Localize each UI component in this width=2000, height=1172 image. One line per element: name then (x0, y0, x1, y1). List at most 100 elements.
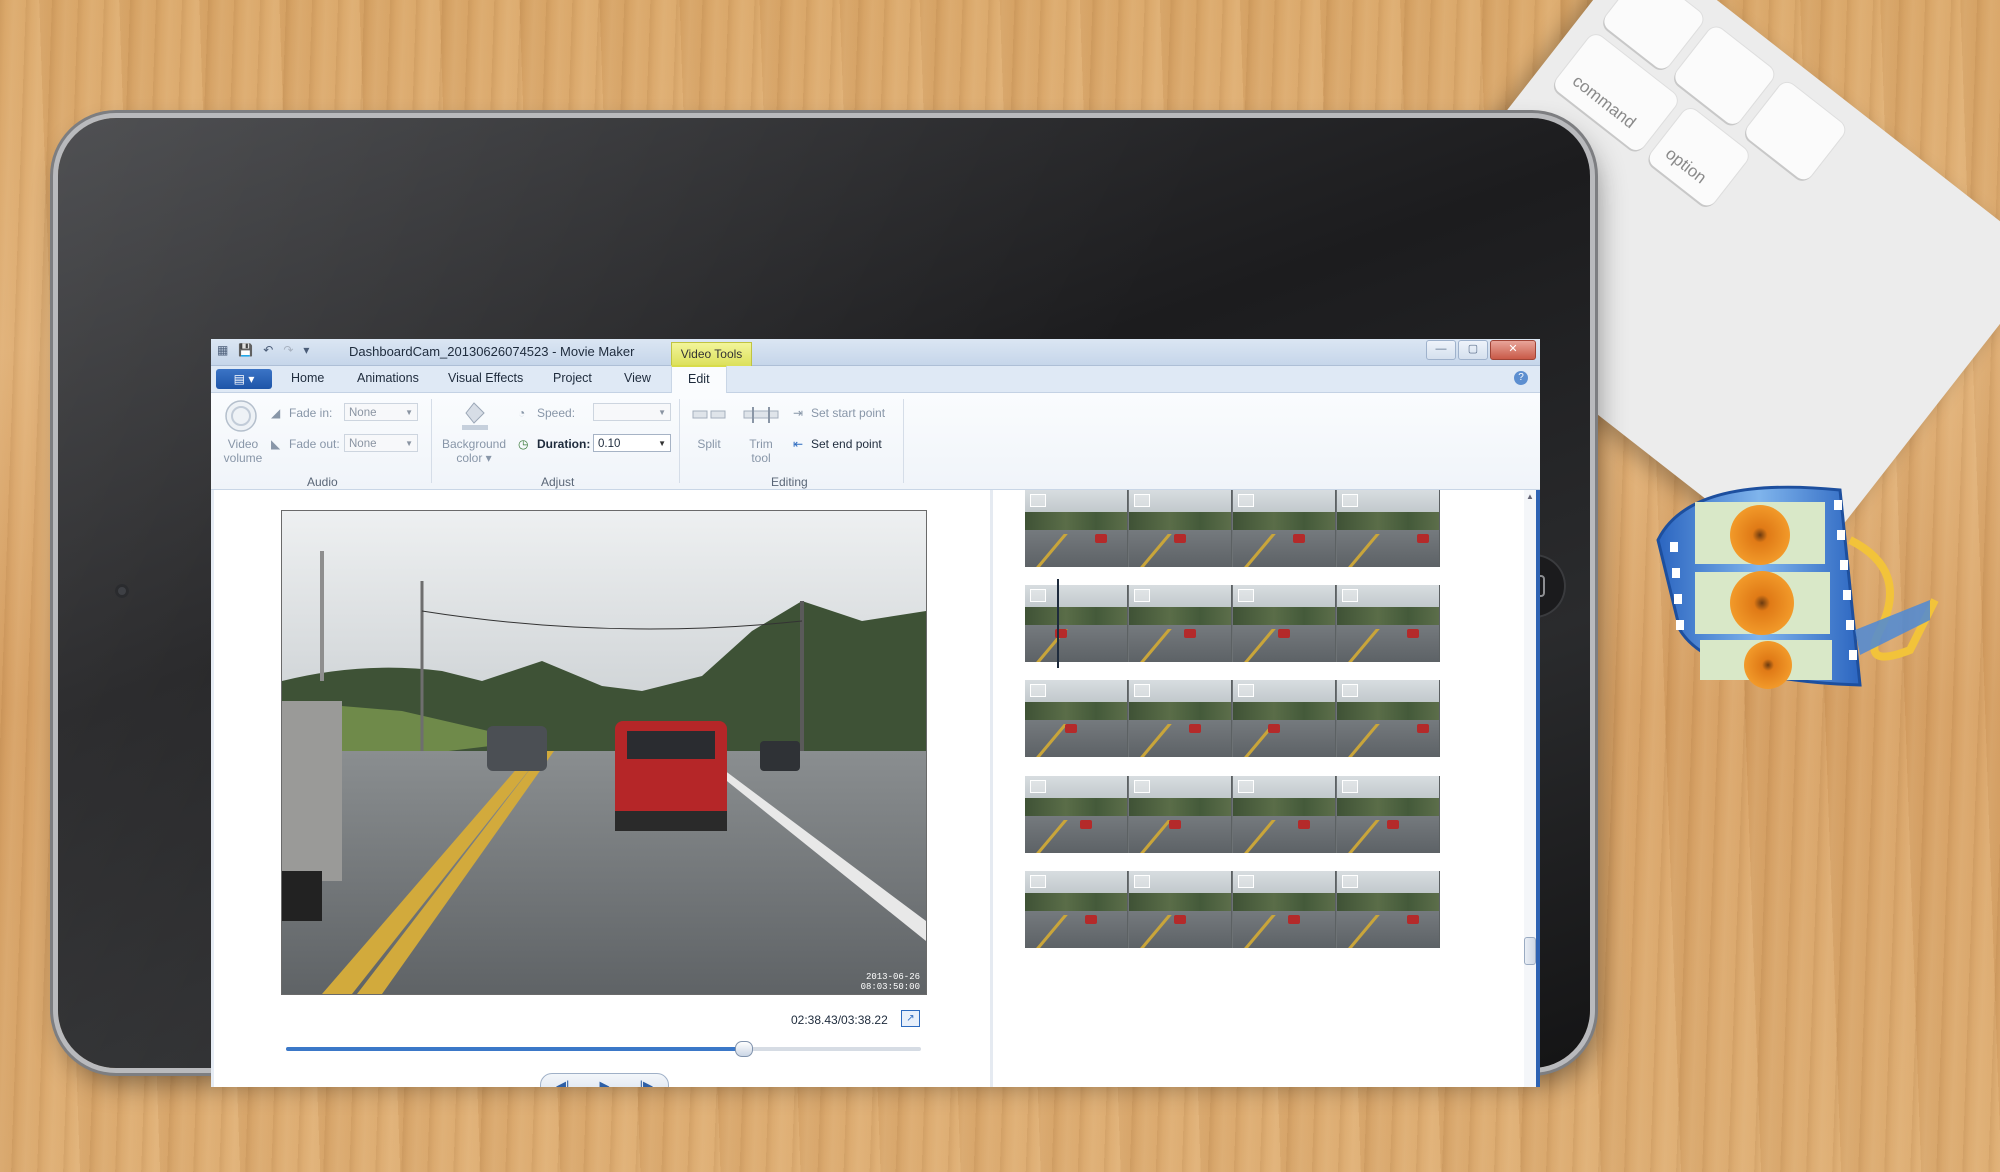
clip-thumbnail[interactable] (1233, 585, 1336, 662)
clip-thumbnail[interactable] (1233, 490, 1336, 567)
thumbnail-trees (1233, 798, 1335, 818)
speed-dropdown[interactable]: ▼ (593, 403, 671, 421)
maximize-button[interactable]: ▢ (1458, 340, 1488, 360)
tab-animations[interactable]: Animations (357, 371, 419, 385)
playhead[interactable] (1057, 579, 1059, 668)
thumbnail-car (1189, 724, 1201, 733)
tab-visual-effects[interactable]: Visual Effects (448, 371, 523, 385)
tab-project[interactable]: Project (553, 371, 592, 385)
thumbnail-trees (1129, 607, 1231, 627)
set-end-point-button[interactable]: Set end point (811, 437, 882, 451)
clip-transition-icon (1030, 684, 1046, 697)
split-button[interactable]: Split (687, 399, 731, 463)
set-start-point-icon: ⇥ (793, 406, 804, 420)
thumbnail-trees (1233, 512, 1335, 532)
storyboard-row[interactable] (1025, 579, 1440, 668)
clip-thumbnail[interactable] (1337, 490, 1440, 567)
duration-label: Duration: (537, 437, 591, 451)
clip-thumbnail[interactable] (1233, 680, 1336, 757)
thumbnail-car (1293, 534, 1305, 543)
thumbnail-car (1184, 629, 1196, 638)
duration-dropdown[interactable]: 0.10 ▼ (593, 434, 671, 452)
clip-transition-icon (1030, 589, 1046, 602)
fade-in-dropdown[interactable]: None ▼ (344, 403, 418, 421)
app-window: ▦ 💾 ↶ ↷ ▾ DashboardCam_20130626074523 - … (211, 339, 1540, 1087)
seek-bar[interactable] (286, 1041, 921, 1057)
clip-transition-icon (1238, 684, 1254, 697)
clip-thumbnail[interactable] (1233, 776, 1336, 853)
tab-view[interactable]: View (624, 371, 651, 385)
thumbnail-trees (1025, 512, 1127, 532)
window-title: DashboardCam_20130626074523 - Movie Make… (349, 344, 635, 359)
clip-thumbnail[interactable] (1025, 490, 1128, 567)
clip-transition-icon (1030, 780, 1046, 793)
clip-thumbnail[interactable] (1129, 490, 1232, 567)
tab-edit[interactable]: Edit (671, 365, 727, 394)
thumbnail-trees (1233, 607, 1335, 627)
title-bar: ▦ 💾 ↶ ↷ ▾ DashboardCam_20130626074523 - … (211, 339, 1540, 366)
selected-clip-thumbnail[interactable] (1025, 585, 1128, 662)
thumbnail-trees (1337, 607, 1439, 627)
trim-tool-button[interactable]: Trim tool (739, 399, 783, 469)
desk-background: command option ▦ 💾 ↶ ↷ ▾ DashboardCam_20… (0, 0, 2000, 1172)
play-button[interactable]: ▶ (599, 1078, 609, 1087)
thumbnail-trees (1025, 893, 1127, 913)
clip-thumbnail[interactable] (1337, 585, 1440, 662)
video-preview[interactable]: 2013-06-26 08:03:50:00 (281, 510, 927, 995)
storyboard-row[interactable] (1025, 490, 1440, 567)
background-color-button[interactable]: Background color ▾ (439, 397, 509, 467)
paint-bucket-icon (462, 402, 488, 430)
playback-time: 02:38.43/03:38.22 (791, 1013, 888, 1027)
audio-group-label: Audio (307, 475, 338, 489)
set-start-point-button[interactable]: Set start point (811, 406, 885, 420)
app-icon: ▦ (217, 343, 229, 357)
storyboard-row[interactable] (1025, 776, 1440, 853)
save-icon[interactable]: 💾 (238, 343, 253, 357)
clip-thumbnail[interactable] (1025, 680, 1128, 757)
minimize-button[interactable]: — (1426, 340, 1456, 360)
close-button[interactable]: ✕ (1490, 340, 1536, 360)
previous-frame-button[interactable]: ◀| (556, 1078, 569, 1087)
clip-thumbnail[interactable] (1129, 680, 1232, 757)
video-volume-button[interactable]: Video volume (219, 397, 263, 467)
thumbnail-trees (1025, 607, 1127, 627)
playback-controls: ◀| ▶ |▶ (540, 1073, 669, 1087)
tab-home[interactable]: Home (291, 371, 324, 385)
file-menu-button[interactable]: ▤ ▾ (216, 369, 272, 389)
clip-thumbnail[interactable] (1025, 871, 1128, 948)
storyboard-row[interactable] (1025, 871, 1440, 948)
clip-thumbnail[interactable] (1337, 680, 1440, 757)
ribbon-tabs: ▤ ▾ Home Animations Visual Effects Proje… (211, 365, 1540, 394)
group-separator (903, 399, 904, 483)
clip-transition-icon (1134, 589, 1150, 602)
clip-thumbnail[interactable] (1337, 776, 1440, 853)
clip-thumbnail[interactable] (1025, 776, 1128, 853)
scrollbar-thumb[interactable] (1524, 937, 1536, 965)
next-frame-button[interactable]: |▶ (640, 1078, 653, 1087)
thumbnail-car (1417, 534, 1429, 543)
fade-out-dropdown[interactable]: None ▼ (344, 434, 418, 452)
thumbnail-trees (1337, 512, 1439, 532)
clip-thumbnail[interactable] (1129, 871, 1232, 948)
help-icon[interactable]: ? (1514, 371, 1528, 385)
seek-handle[interactable] (735, 1041, 754, 1057)
redo-icon[interactable]: ↷ (283, 343, 293, 357)
fullscreen-preview-button[interactable]: ↗ (901, 1010, 920, 1027)
movie-maker-logo (1656, 485, 1939, 689)
pane-splitter[interactable] (990, 490, 993, 1087)
speaker-icon (225, 400, 257, 432)
thumbnail-trees (1129, 702, 1231, 722)
customize-qat-icon[interactable]: ▾ (303, 343, 309, 357)
undo-icon[interactable]: ↶ (263, 343, 273, 357)
clip-thumbnail[interactable] (1129, 776, 1232, 853)
storyboard-scrollbar[interactable]: ▲ (1524, 490, 1536, 1087)
fade-out-label: Fade out: (289, 437, 340, 451)
scroll-up-arrow[interactable]: ▲ (1526, 492, 1534, 501)
clip-transition-icon (1238, 494, 1254, 507)
clip-thumbnail[interactable] (1233, 871, 1336, 948)
clip-thumbnail[interactable] (1129, 585, 1232, 662)
clip-thumbnail[interactable] (1337, 871, 1440, 948)
storyboard-row[interactable] (1025, 680, 1440, 757)
ribbon-edit-panel: Video volume ◢ Fade in: None ▼ ◣ Fade out:… (211, 393, 1540, 490)
thumbnail-car (1407, 629, 1419, 638)
